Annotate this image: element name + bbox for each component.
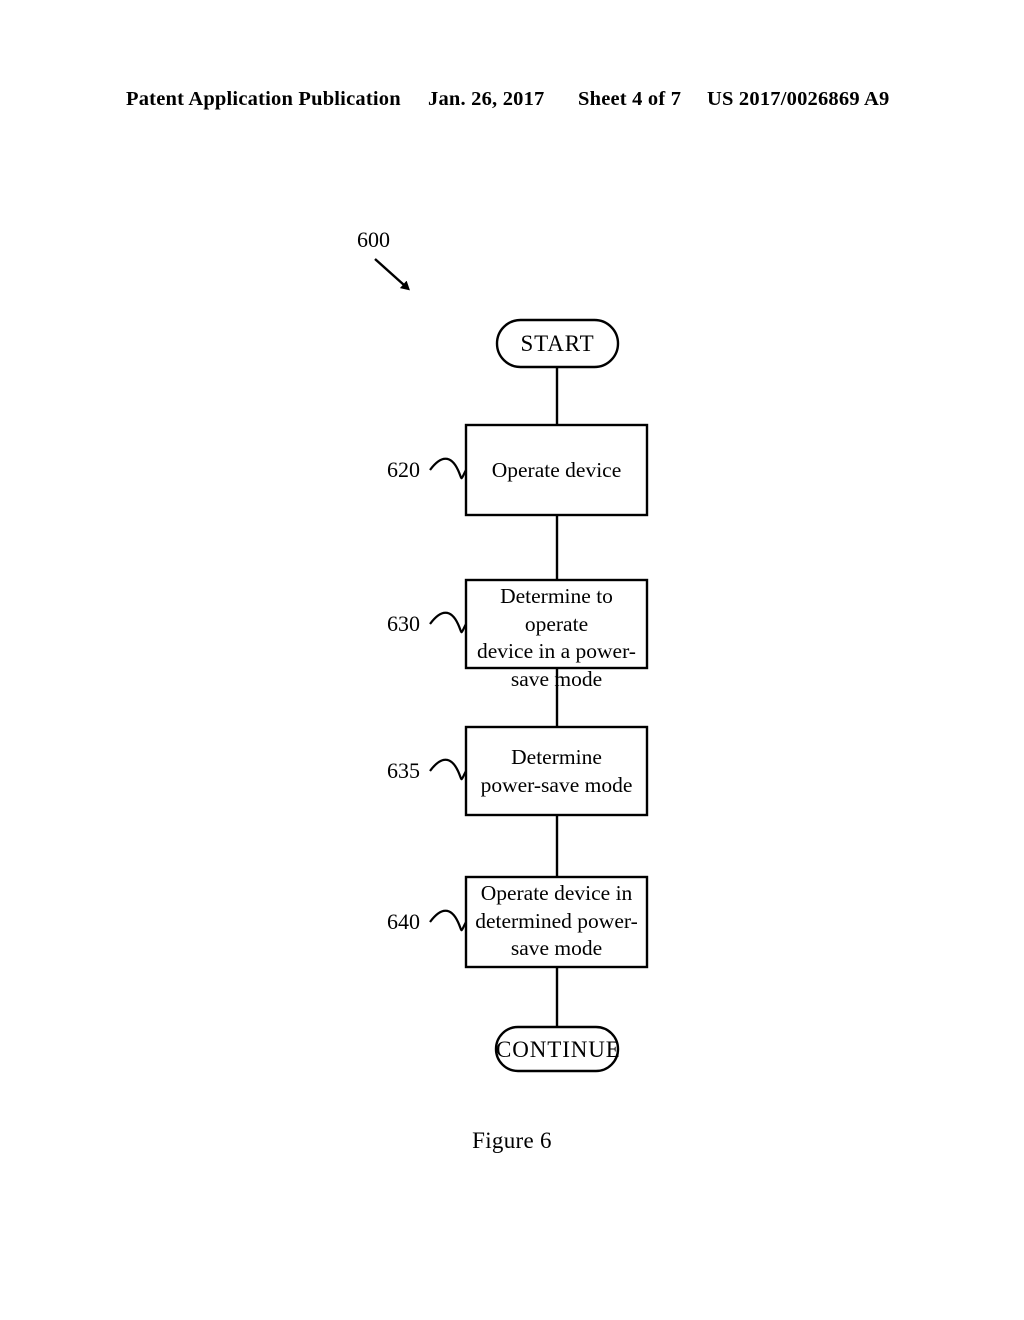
ref-label-640: 640 — [387, 909, 420, 934]
ref-label-635: 635 — [387, 758, 420, 783]
process-box-620-label: Operate device — [491, 458, 622, 482]
process-box-635-label: Determine power-save mode — [480, 745, 633, 797]
leader-line-620 — [429, 457, 467, 480]
continue-terminator-label: CONTINUE — [496, 1037, 621, 1062]
process-box-640-label: Operate device in determined power- save… — [475, 881, 638, 960]
diagram-ref-label-600: 600 — [357, 227, 390, 252]
leader-line-640 — [429, 909, 467, 932]
diagram-ref-arrow — [374, 258, 410, 291]
leader-line-635 — [429, 758, 467, 781]
flowchart-figure: 600 START 620 Operate device 630 Determi… — [0, 0, 1024, 1320]
process-box-630-label: Determine to operate device in a power- … — [477, 584, 636, 691]
patent-figure-page: Patent Application Publication Jan. 26, … — [0, 0, 1024, 1320]
ref-label-620: 620 — [387, 457, 420, 482]
ref-label-630: 630 — [387, 611, 420, 636]
figure-caption: Figure 6 — [472, 1128, 552, 1153]
start-terminator-label: START — [520, 331, 595, 356]
leader-line-630 — [429, 611, 467, 634]
